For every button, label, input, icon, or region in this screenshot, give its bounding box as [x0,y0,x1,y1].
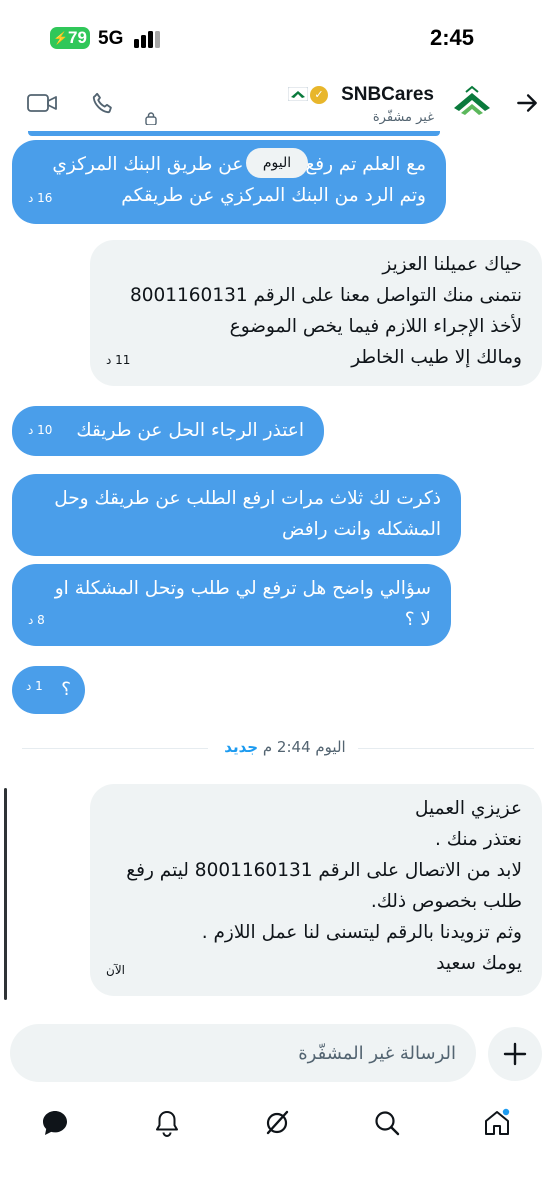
divider-line [358,748,534,749]
message-bubble[interactable]: اعتذر الرجاء الحل عن طريقك 10 د [12,406,324,456]
message-time: 10 د [28,423,53,437]
message-text: سؤالي واضح هل ترفع لي طلب وتحل المشكلة ا… [54,578,431,599]
add-attachment-button[interactable] [488,1027,542,1081]
message-text: نتمنى منك التواصل معنا على الرقم 8001160… [129,285,522,306]
divider-line [22,748,208,749]
message-text: مع العلم تم رفع الطلب عن طريق البنك المر… [52,154,426,175]
message-bubble[interactable]: ؟ 1 د [12,666,85,714]
status-bar: ⚡79 5G 2:45 [0,0,554,76]
message-text: ذكرت لك ثلاث مرات ارفع الطلب عن طريقك وح… [54,488,441,509]
message-time: 1 د [26,679,43,693]
back-arrow-icon[interactable] [514,90,540,116]
message-time: 16 د [28,191,53,205]
divider-label: اليوم 2:44 م جديد [212,738,358,756]
message-bubble[interactable]: سؤالي واضح هل ترفع لي طلب وتحل المشكلة ا… [12,564,451,646]
search-icon[interactable] [372,1108,402,1138]
message-text: نعتذر منك . [434,829,522,850]
message-text: طلب بخصوص ذلك. [370,891,522,912]
conversation-header: SNBCares ✓ غير مشفّرة [0,76,554,134]
verified-badge-icon: ✓ [310,86,328,104]
new-messages-divider: اليوم 2:44 م جديد [22,738,534,758]
previous-message-edge [28,131,440,136]
message-time: 11 د [106,353,131,367]
message-time: الآن [106,963,125,977]
message-composer [10,1024,476,1082]
snb-logo-icon[interactable] [452,84,492,118]
charging-bolt-icon: ⚡ [53,31,69,45]
notifications-icon[interactable] [152,1108,182,1138]
clock: 2:45 [429,25,474,50]
message-text: حياك عميلنا العزيز [382,254,522,275]
date-pill: اليوم [246,148,308,178]
message-time: 8 د [28,613,45,627]
message-text: ومالك إلا طيب الخاطر [351,347,522,368]
encryption-status: غير مشفّرة [372,110,434,125]
network-type: 5G [98,28,124,49]
message-bubble[interactable]: ذكرت لك ثلاث مرات ارفع الطلب عن طريقك وح… [12,474,461,556]
new-label: جديد [224,738,259,756]
bottom-navigation [0,1100,554,1150]
message-text: لأخذ الإجراء اللازم فيما يخص الموضوع [229,316,522,337]
message-bubble[interactable]: حياك عميلنا العزيز نتمنى منك التواصل معن… [90,240,542,386]
message-text: اعتذر الرجاء الحل عن طريقك [76,420,304,441]
divider-date: اليوم 2:44 م [262,738,346,756]
message-text: يومك سعيد [436,953,522,974]
battery-level: 79 [68,28,87,47]
grok-icon[interactable] [262,1108,292,1138]
battery-indicator: ⚡79 [50,27,90,49]
message-text: لا ؟ [404,609,431,630]
signal-strength-icon [134,30,162,48]
message-input[interactable] [36,1024,456,1082]
message-text: وثم تزويدنا بالرقم ليتسنى لنا عمل اللازم… [201,922,522,943]
scroll-indicator[interactable] [4,788,7,1000]
message-bubble[interactable]: مع العلم تم رفع الطلب عن طريق البنك المر… [12,140,446,224]
message-text: عزيزي العميل [415,798,522,819]
message-text: وتم الرد من البنك المركزي عن طريقكم [121,185,426,206]
video-call-icon[interactable] [26,90,58,116]
messages-icon[interactable] [40,1108,70,1138]
plus-icon [503,1042,527,1066]
message-text: المشكله وانت رافض [282,519,441,540]
phone-call-icon[interactable] [90,90,116,116]
affiliate-logo-icon [288,87,308,101]
message-bubble[interactable]: عزيزي العميل نعتذر منك . لابد من الاتصال… [90,784,542,996]
lock-icon [145,112,157,125]
account-name[interactable]: SNBCares [341,84,434,106]
message-text: لابد من الاتصال على الرقم 8001160131 ليت… [126,860,522,881]
home-icon[interactable] [482,1108,512,1138]
